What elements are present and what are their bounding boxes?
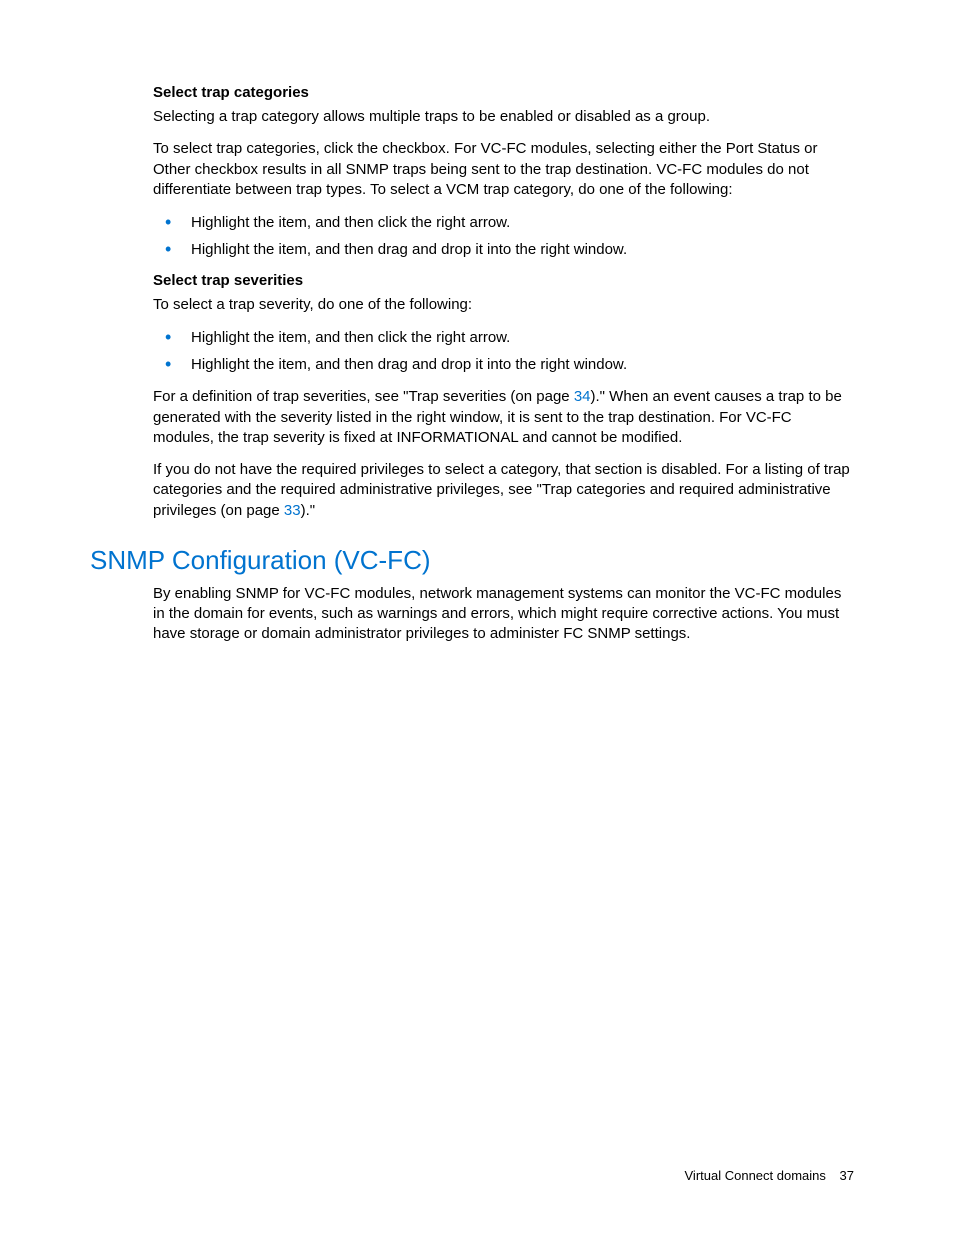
footer-page-number: 37 — [840, 1168, 854, 1183]
paragraph: Selecting a trap category allows multipl… — [153, 107, 854, 127]
content-block: By enabling SNMP for VC-FC modules, netw… — [153, 584, 854, 645]
heading-snmp-configuration: SNMP Configuration (VC-FC) — [90, 545, 854, 576]
page-link-34[interactable]: 34 — [574, 388, 591, 405]
paragraph: To select trap categories, click the che… — [153, 139, 854, 200]
bullet-list: Highlight the item, and then click the r… — [153, 327, 854, 375]
list-item: Highlight the item, and then drag and dr… — [153, 239, 854, 260]
heading-select-trap-severities: Select trap severities — [153, 272, 854, 289]
document-page: Select trap categories Selecting a trap … — [0, 0, 954, 645]
heading-select-trap-categories: Select trap categories — [153, 84, 854, 101]
list-item: Highlight the item, and then click the r… — [153, 327, 854, 348]
text-span: If you do not have the required privileg… — [153, 461, 850, 519]
text-span: For a definition of trap severities, see… — [153, 388, 574, 405]
paragraph: To select a trap severity, do one of the… — [153, 295, 854, 315]
page-footer: Virtual Connect domains 37 — [685, 1168, 855, 1183]
content-block: Select trap categories Selecting a trap … — [153, 84, 854, 521]
paragraph: If you do not have the required privileg… — [153, 460, 854, 521]
bullet-list: Highlight the item, and then click the r… — [153, 212, 854, 260]
list-item: Highlight the item, and then click the r… — [153, 212, 854, 233]
footer-label: Virtual Connect domains — [685, 1168, 826, 1183]
paragraph: For a definition of trap severities, see… — [153, 387, 854, 448]
list-item: Highlight the item, and then drag and dr… — [153, 354, 854, 375]
page-link-33[interactable]: 33 — [284, 502, 301, 519]
text-span: )." — [301, 502, 316, 519]
paragraph: By enabling SNMP for VC-FC modules, netw… — [153, 584, 854, 645]
